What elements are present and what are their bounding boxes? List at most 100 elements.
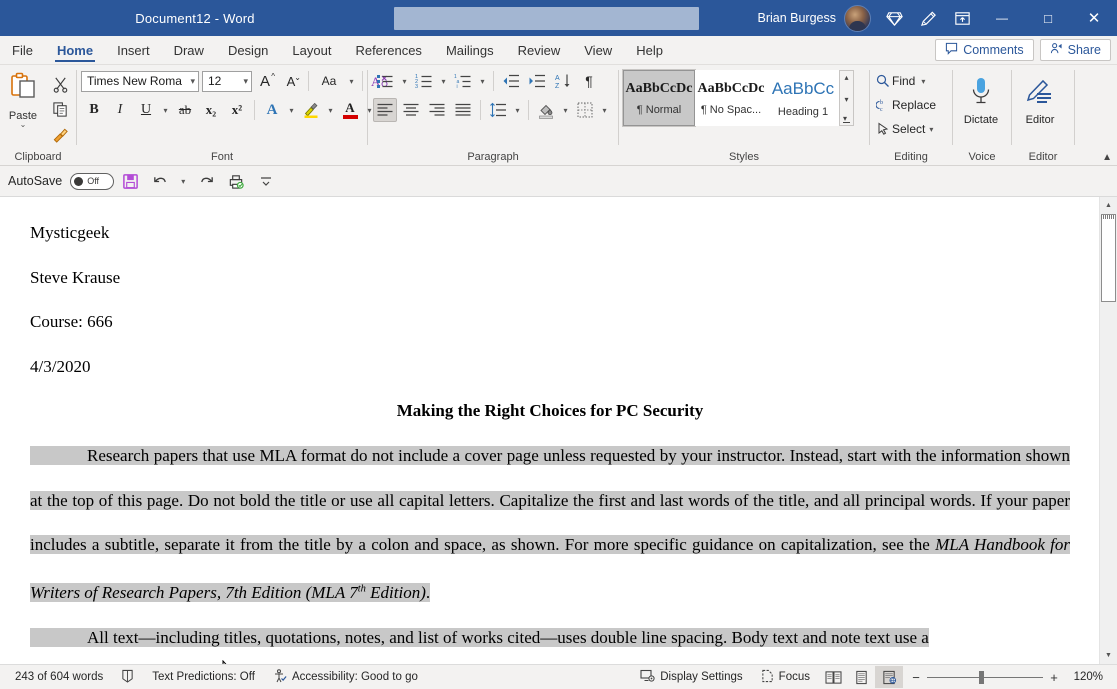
tab-help[interactable]: Help bbox=[624, 36, 675, 64]
zoom-control[interactable]: − + 120% bbox=[903, 670, 1111, 685]
shrink-font-button[interactable]: A⌄ bbox=[279, 69, 303, 93]
multilevel-list-icon[interactable]: 1ai bbox=[451, 69, 475, 93]
avatar[interactable] bbox=[844, 5, 871, 32]
quick-print-icon[interactable] bbox=[222, 168, 250, 194]
tab-design[interactable]: Design bbox=[216, 36, 280, 64]
chevron-down-icon[interactable]: ▾ bbox=[598, 98, 611, 122]
chevron-down-icon[interactable]: ▾ bbox=[476, 69, 489, 93]
replace-button[interactable]: bc Replace bbox=[870, 93, 936, 117]
superscript-button[interactable]: x² bbox=[225, 98, 249, 122]
maximize-button[interactable]: □ bbox=[1025, 0, 1071, 36]
tab-insert[interactable]: Insert bbox=[105, 36, 162, 64]
minimize-button[interactable]: — bbox=[979, 0, 1025, 36]
font-name-combo[interactable]: Times New Roma ▾ bbox=[81, 71, 199, 92]
focus-button[interactable]: Focus bbox=[752, 666, 819, 688]
show-formatting-marks-icon[interactable]: ¶ bbox=[577, 69, 601, 93]
pen-ribbon-icon[interactable] bbox=[911, 0, 945, 36]
find-button[interactable]: Find ▾ bbox=[870, 69, 925, 93]
chevron-down-icon[interactable]: ▾ bbox=[844, 95, 848, 104]
undo-chevron-down-icon[interactable]: ▾ bbox=[176, 168, 190, 194]
web-layout-icon[interactable] bbox=[875, 666, 903, 688]
bullets-icon[interactable] bbox=[373, 69, 397, 93]
align-center-icon[interactable] bbox=[399, 98, 423, 122]
change-case-button[interactable]: Aa bbox=[314, 69, 344, 93]
tab-layout[interactable]: Layout bbox=[280, 36, 343, 64]
chevron-up-icon[interactable]: ▴ bbox=[844, 73, 848, 82]
document-vertical-scrollbar[interactable]: ▲ ▼ bbox=[1099, 197, 1117, 664]
zoom-slider-thumb[interactable] bbox=[979, 671, 984, 684]
tab-mailings[interactable]: Mailings bbox=[434, 36, 506, 64]
search-input[interactable] bbox=[394, 7, 699, 30]
chevron-down-icon[interactable]: ▾ bbox=[398, 69, 411, 93]
decrease-indent-icon[interactable] bbox=[499, 69, 523, 93]
tab-file[interactable]: File bbox=[0, 36, 45, 64]
tab-draw[interactable]: Draw bbox=[162, 36, 216, 64]
cut-scissors-icon[interactable] bbox=[48, 73, 72, 95]
proofing-status[interactable] bbox=[112, 666, 143, 688]
editor-button[interactable]: Editor bbox=[1012, 68, 1068, 126]
chevron-down-icon[interactable]: ▾ bbox=[511, 98, 524, 122]
zoom-level-label[interactable]: 120% bbox=[1063, 671, 1107, 683]
chevron-down-icon[interactable]: ▾ bbox=[238, 76, 248, 87]
styles-gallery-scroll[interactable]: ▴ ▾ ▾ bbox=[839, 70, 854, 126]
accessibility-status[interactable]: Accessibility: Good to go bbox=[264, 666, 427, 688]
increase-indent-icon[interactable] bbox=[525, 69, 549, 93]
read-mode-icon[interactable] bbox=[819, 666, 847, 688]
style-normal[interactable]: AaBbCcDc ¶ Normal bbox=[623, 70, 695, 126]
chevron-down-icon[interactable]: ▾ bbox=[921, 77, 925, 86]
scroll-down-icon[interactable]: ▼ bbox=[1100, 647, 1117, 664]
select-button[interactable]: Select ▾ bbox=[870, 117, 933, 141]
ribbon-display-options-icon[interactable] bbox=[945, 0, 979, 36]
copy-icon[interactable] bbox=[48, 98, 72, 120]
zoom-in-button[interactable]: + bbox=[1045, 670, 1063, 685]
underline-button[interactable]: U bbox=[134, 98, 158, 122]
line-spacing-icon[interactable] bbox=[486, 98, 510, 122]
chevron-down-icon[interactable]: ▾ bbox=[929, 125, 933, 134]
redo-icon[interactable] bbox=[192, 168, 220, 194]
strikethrough-button[interactable]: ab bbox=[173, 98, 197, 122]
zoom-out-button[interactable]: − bbox=[907, 670, 925, 685]
chevron-down-icon[interactable]: ▾ bbox=[437, 69, 450, 93]
style-heading-1[interactable]: AaBbCс Heading 1 bbox=[767, 70, 839, 126]
display-settings-button[interactable]: Display Settings bbox=[631, 666, 751, 688]
scroll-up-icon[interactable]: ▲ bbox=[1100, 197, 1117, 214]
shading-icon[interactable] bbox=[534, 98, 558, 122]
close-button[interactable]: ✕ bbox=[1071, 0, 1117, 36]
font-size-combo[interactable]: 12 ▾ bbox=[202, 71, 252, 92]
text-highlight-icon[interactable] bbox=[299, 98, 323, 122]
text-effects-icon[interactable]: A bbox=[260, 98, 284, 122]
justify-icon[interactable] bbox=[451, 98, 475, 122]
scrollbar-thumb[interactable] bbox=[1101, 214, 1116, 302]
italic-button[interactable]: I bbox=[108, 98, 132, 122]
paste-button[interactable]: Paste ⌄ bbox=[0, 68, 46, 128]
numbering-icon[interactable]: 123 bbox=[412, 69, 436, 93]
word-count-status[interactable]: 243 of 604 words bbox=[6, 666, 112, 688]
zoom-slider[interactable] bbox=[927, 677, 1043, 678]
paste-chevron-down-icon[interactable]: ⌄ bbox=[20, 122, 27, 128]
format-painter-icon[interactable] bbox=[48, 123, 72, 145]
tab-review[interactable]: Review bbox=[506, 36, 573, 64]
print-layout-icon[interactable] bbox=[847, 666, 875, 688]
borders-icon[interactable] bbox=[573, 98, 597, 122]
align-left-icon[interactable] bbox=[373, 98, 397, 122]
chevron-down-icon[interactable]: ▾ bbox=[185, 76, 195, 87]
diamond-icon[interactable] bbox=[877, 0, 911, 36]
autosave-toggle[interactable]: Off bbox=[70, 173, 114, 190]
grow-font-button[interactable]: A^ bbox=[253, 69, 277, 93]
align-right-icon[interactable] bbox=[425, 98, 449, 122]
share-button[interactable]: Share bbox=[1040, 39, 1111, 61]
bold-button[interactable]: B bbox=[82, 98, 106, 122]
text-predictions-status[interactable]: Text Predictions: Off bbox=[143, 666, 264, 688]
chevron-down-icon[interactable]: ▾ bbox=[324, 98, 337, 122]
dictate-button[interactable]: Dictate bbox=[953, 68, 1009, 126]
tab-home[interactable]: Home bbox=[45, 36, 105, 64]
chevron-down-icon[interactable]: ▾ bbox=[559, 98, 572, 122]
account-name[interactable]: Brian Burgess bbox=[743, 11, 844, 25]
chevron-down-icon[interactable]: ▾ bbox=[345, 69, 358, 93]
chevron-down-icon[interactable]: ▾ bbox=[159, 98, 172, 122]
subscript-button[interactable]: x₂ bbox=[199, 98, 223, 122]
save-icon[interactable] bbox=[116, 168, 144, 194]
more-styles-icon[interactable]: ▾ bbox=[843, 116, 850, 123]
chevron-down-icon[interactable]: ▾ bbox=[285, 98, 298, 122]
document-page[interactable]: Mysticgeek Steve Krause Course: 666 4/3/… bbox=[0, 197, 1100, 664]
